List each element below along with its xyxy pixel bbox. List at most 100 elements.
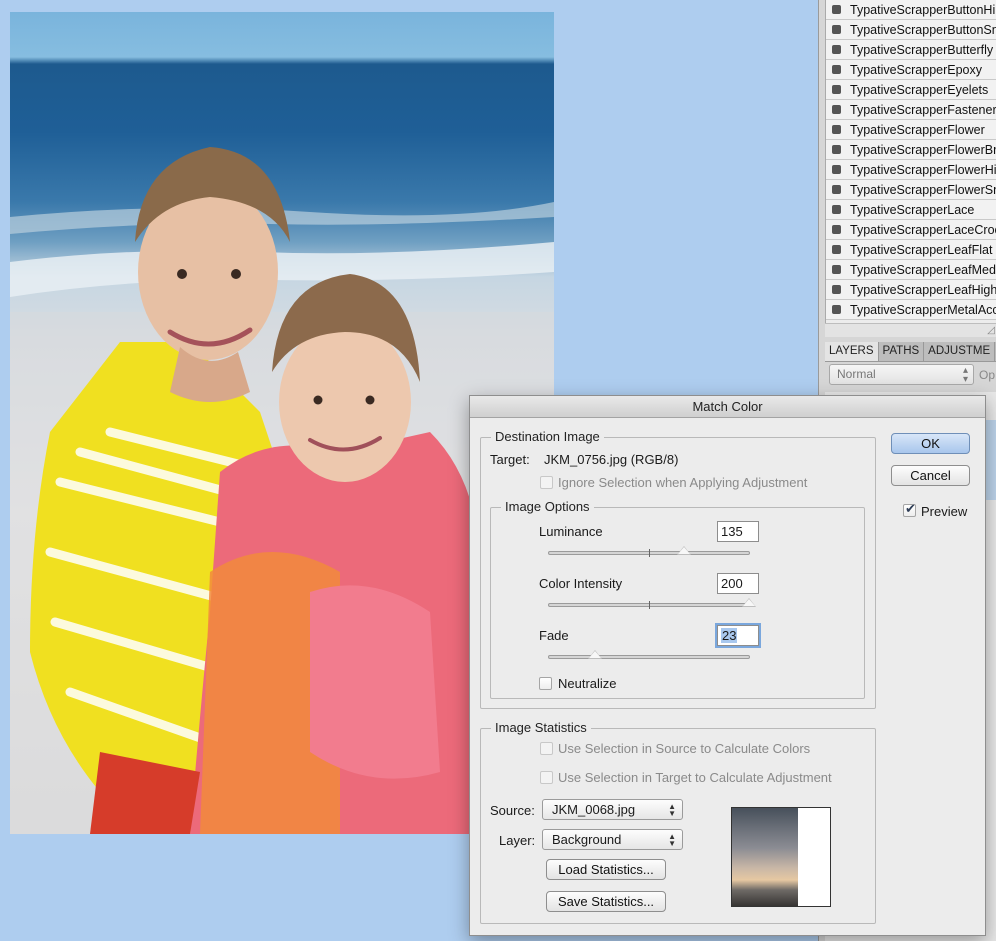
style-item-label: TypativeScrapperLeafMed bbox=[850, 262, 996, 277]
style-swatch-icon bbox=[832, 305, 841, 314]
popup-arrows-icon: ▴ ▾ bbox=[962, 365, 968, 385]
match-color-dialog: Match Color Destination Image Target: JK… bbox=[469, 395, 986, 936]
style-item-label: TypativeScrapperFlower bbox=[850, 122, 985, 137]
save-statistics-button[interactable]: Save Statistics... bbox=[546, 891, 666, 912]
style-list-item[interactable]: TypativeScrapperFastener bbox=[826, 100, 996, 120]
tab-paths[interactable]: PATHS bbox=[879, 342, 925, 361]
image-statistics-legend: Image Statistics bbox=[491, 720, 591, 735]
style-item-label: TypativeScrapperFastener bbox=[850, 102, 996, 117]
color-intensity-value: 200 bbox=[721, 576, 743, 591]
layer-select[interactable]: Background ▲ ▼ bbox=[542, 829, 683, 850]
style-list-item[interactable]: TypativeScrapperFlower bbox=[826, 120, 996, 140]
style-list-item[interactable]: TypativeScrapperLeafFlat bbox=[826, 240, 996, 260]
slider-center-tick bbox=[649, 549, 650, 557]
style-list-item[interactable]: TypativeScrapperLeafMed bbox=[826, 260, 996, 280]
neutralize-checkbox[interactable] bbox=[539, 677, 552, 690]
use-source-selection-label: Use Selection in Source to Calculate Col… bbox=[558, 741, 811, 756]
style-item-label: TypativeScrapperButterfly bbox=[850, 42, 994, 57]
style-list-item[interactable]: TypativeScrapperLaceCroc bbox=[826, 220, 996, 240]
fade-input[interactable]: 23 bbox=[717, 625, 759, 646]
style-swatch-icon bbox=[832, 105, 841, 114]
preview-checkbox[interactable]: ✔ bbox=[903, 501, 916, 517]
style-list-item[interactable]: TypativeScrapperButtonHi bbox=[826, 0, 996, 20]
style-item-label: TypativeScrapperFlowerHi bbox=[850, 162, 996, 177]
color-intensity-input[interactable]: 200 bbox=[717, 573, 759, 594]
style-item-label: TypativeScrapperMetalAcc bbox=[850, 302, 996, 317]
fade-label: Fade bbox=[539, 628, 569, 643]
image-options-group: Image Options Luminance 135 Color Intens… bbox=[490, 499, 865, 699]
popup-arrows-icon: ▲ ▼ bbox=[668, 832, 676, 848]
layer-label: Layer: bbox=[499, 833, 536, 848]
tab-adjustments[interactable]: ADJUSTME bbox=[924, 342, 996, 361]
luminance-input[interactable]: 135 bbox=[717, 521, 759, 542]
styles-list-footer: ◿ bbox=[825, 323, 996, 337]
style-swatch-icon bbox=[832, 65, 841, 74]
style-swatch-icon bbox=[832, 285, 841, 294]
layers-panel-tabs: LAYERS PATHS ADJUSTME bbox=[825, 342, 996, 362]
style-swatch-icon bbox=[832, 165, 841, 174]
slider-thumb-icon[interactable] bbox=[677, 546, 691, 555]
image-statistics-group: Image Statistics Use Selection in Source… bbox=[480, 720, 876, 924]
style-swatch-icon bbox=[832, 185, 841, 194]
style-list-item[interactable]: TypativeScrapperMetalAcc bbox=[826, 300, 996, 320]
style-list-item[interactable]: TypativeScrapperButterfly bbox=[826, 40, 996, 60]
ok-button[interactable]: OK bbox=[891, 433, 970, 454]
target-value: JKM_0756.jpg (RGB/8) bbox=[544, 452, 679, 467]
style-list-item[interactable]: TypativeScrapperEpoxy bbox=[826, 60, 996, 80]
style-item-label: TypativeScrapperFlowerSn bbox=[850, 182, 996, 197]
style-list-item[interactable]: TypativeScrapperFlowerBr bbox=[826, 140, 996, 160]
style-item-label: TypativeScrapperFlowerBr bbox=[850, 142, 996, 157]
resize-grip-icon[interactable]: ◿ bbox=[987, 325, 995, 336]
fade-slider-track[interactable] bbox=[548, 650, 750, 659]
style-item-label: TypativeScrapperEpoxy bbox=[850, 62, 983, 77]
use-target-selection-label: Use Selection in Target to Calculate Adj… bbox=[558, 770, 832, 785]
destination-image-group: Destination Image Target: JKM_0756.jpg (… bbox=[480, 429, 876, 709]
preview-label: Preview bbox=[921, 504, 968, 519]
use-source-selection-checkbox[interactable] bbox=[540, 742, 553, 755]
style-item-label: TypativeScrapperLaceCroc bbox=[850, 222, 996, 237]
use-target-selection-checkbox[interactable] bbox=[540, 771, 553, 784]
style-list-item[interactable]: TypativeScrapperEyelets bbox=[826, 80, 996, 100]
styles-list[interactable]: TypativeScrapperButtonHi TypativeScrappe… bbox=[825, 0, 996, 335]
style-swatch-icon bbox=[832, 205, 841, 214]
style-swatch-icon bbox=[832, 145, 841, 154]
dialog-title[interactable]: Match Color bbox=[470, 396, 985, 418]
source-value: JKM_0068.jpg bbox=[552, 802, 636, 817]
load-statistics-button[interactable]: Load Statistics... bbox=[546, 859, 666, 880]
luminance-label: Luminance bbox=[539, 524, 603, 539]
luminance-slider-track[interactable] bbox=[548, 546, 750, 557]
layer-value: Background bbox=[552, 832, 622, 847]
style-swatch-icon bbox=[832, 265, 841, 274]
style-swatch-icon bbox=[832, 245, 841, 254]
style-list-item[interactable]: TypativeScrapperFlowerHi bbox=[826, 160, 996, 180]
style-list-item[interactable]: TypativeScrapperFlowerSn bbox=[826, 180, 996, 200]
popup-arrows-icon: ▲ ▼ bbox=[668, 802, 676, 818]
style-swatch-icon bbox=[832, 45, 841, 54]
style-list-item[interactable]: TypativeScrapperLeafHigh bbox=[826, 280, 996, 300]
style-swatch-icon bbox=[832, 5, 841, 14]
tab-layers[interactable]: LAYERS bbox=[825, 342, 879, 361]
style-swatch-icon bbox=[832, 25, 841, 34]
destination-image-legend: Destination Image bbox=[491, 429, 604, 444]
panel-selection-highlight bbox=[986, 420, 996, 500]
checkmark-icon: ✔ bbox=[905, 501, 916, 516]
cancel-button[interactable]: Cancel bbox=[891, 465, 970, 486]
style-swatch-icon bbox=[832, 125, 841, 134]
blend-mode-select[interactable]: Normal ▴ ▾ bbox=[829, 364, 974, 385]
style-list-item[interactable]: TypativeScrapperButtonSn bbox=[826, 20, 996, 40]
sunset-thumbnail-image bbox=[732, 808, 798, 906]
style-item-label: TypativeScrapperButtonSn bbox=[850, 22, 996, 37]
slider-thumb-icon[interactable] bbox=[588, 650, 602, 659]
ignore-selection-label: Ignore Selection when Applying Adjustmen… bbox=[558, 475, 808, 490]
style-item-label: TypativeScrapperButtonHi bbox=[850, 2, 996, 17]
color-intensity-slider-track[interactable] bbox=[548, 598, 756, 609]
ignore-selection-checkbox[interactable] bbox=[540, 476, 553, 489]
style-swatch-icon bbox=[832, 225, 841, 234]
slider-thumb-icon[interactable] bbox=[742, 598, 756, 607]
slider-center-tick bbox=[649, 601, 650, 609]
style-list-item[interactable]: TypativeScrapperLace bbox=[826, 200, 996, 220]
source-select[interactable]: JKM_0068.jpg ▲ ▼ bbox=[542, 799, 683, 820]
style-swatch-icon bbox=[832, 85, 841, 94]
image-options-legend: Image Options bbox=[501, 499, 594, 514]
luminance-value: 135 bbox=[721, 524, 743, 539]
